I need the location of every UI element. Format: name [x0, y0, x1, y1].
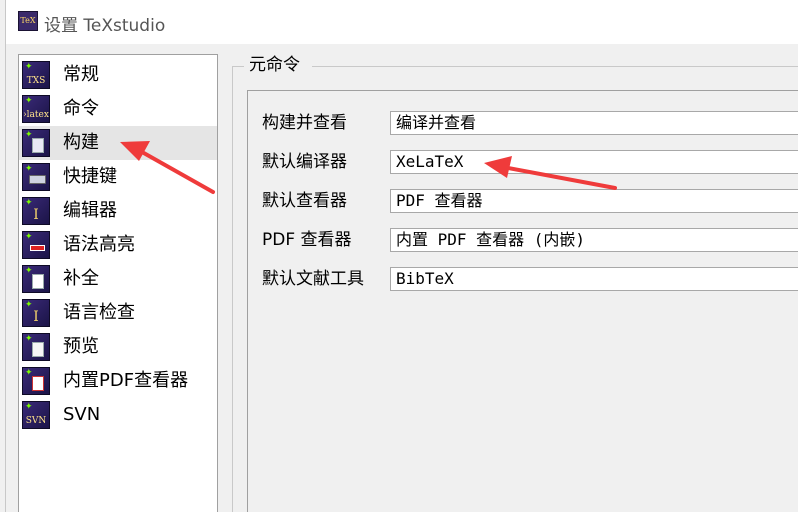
sidebar-item-completion[interactable]: ✦ 补全 [19, 262, 217, 296]
sidebar-item-syntax-highlighting[interactable]: ✦ 语法高亮 [19, 228, 217, 262]
sidebar-item-language-check[interactable]: ✦ I 语言检查 [19, 296, 217, 330]
sidebar-item-editor[interactable]: ✦ I 编辑器 [19, 194, 217, 228]
latex-icon: ✦ ›latex [22, 95, 50, 123]
sidebar-item-label: 快捷键 [63, 166, 117, 187]
sidebar-item-build[interactable]: ✦ 构建 [19, 126, 217, 160]
default-viewer-field[interactable]: PDF 查看器 [390, 189, 798, 213]
completion-icon: ✦ [22, 265, 50, 293]
sidebar-item-label: 语法高亮 [63, 234, 135, 255]
txs-icon: ✦ TXS [22, 61, 50, 89]
sidebar-item-general[interactable]: ✦ TXS 常规 [19, 58, 217, 92]
build-and-view-field[interactable]: 编译并查看 [390, 111, 798, 135]
sidebar-item-label: 常规 [63, 64, 99, 85]
sidebar-item-label: 构建 [63, 132, 99, 153]
meta-commands-table: 构建并查看 编译并查看 默认编译器 XeLaTeX 默认查看器 PDF 查看器 … [247, 90, 798, 512]
default-bibliography-tool-field[interactable]: BibTeX [390, 267, 798, 291]
language-check-icon: ✦ I [22, 299, 50, 327]
sidebar-item-label: 内置PDF查看器 [63, 370, 189, 391]
sidebar-item-label: 语言检查 [63, 302, 135, 323]
keyboard-icon: ✦ [22, 163, 50, 191]
editor-cursor-icon: ✦ I [22, 197, 50, 225]
sidebar-item-label: 预览 [63, 336, 99, 357]
sidebar-item-label: 补全 [63, 268, 99, 289]
pdf-viewer-icon: ✦ [22, 367, 50, 395]
preview-icon: ✦ [22, 333, 50, 361]
sidebar-item-label: 编辑器 [63, 200, 117, 221]
texstudio-logo-icon: TeX [18, 11, 38, 31]
row-label-default-compiler: 默认编译器 [262, 152, 347, 172]
sidebar-item-label: SVN [63, 404, 101, 425]
sidebar-item-shortcuts[interactable]: ✦ 快捷键 [19, 160, 217, 194]
row-label-default-viewer: 默认查看器 [262, 191, 347, 211]
svn-icon: ✦ SVN [22, 401, 50, 429]
pdf-viewer-field[interactable]: 内置 PDF 查看器 (内嵌) [390, 228, 798, 252]
sidebar-item-svn[interactable]: ✦ SVN SVN [19, 398, 217, 432]
row-label-build-and-view: 构建并查看 [262, 113, 347, 133]
syntax-highlight-icon: ✦ [22, 231, 50, 259]
sidebar-item-preview[interactable]: ✦ 预览 [19, 330, 217, 364]
window-title: 设置 TeXstudio [44, 16, 166, 36]
title-bar: TeX 设置 TeXstudio [6, 0, 798, 44]
sidebar-item-label: 命令 [63, 98, 99, 119]
settings-dialog: ✦ TXS 常规 ✦ ›latex 命令 ✦ 构建 ✦ 快捷键 ✦ I 编辑器 … [6, 44, 798, 512]
sidebar-item-pdf-viewer[interactable]: ✦ 内置PDF查看器 [19, 364, 217, 398]
build-settings-panel: 元命令 构建并查看 编译并查看 默认编译器 XeLaTeX 默认查看器 PDF … [232, 54, 798, 512]
sidebar-item-commands[interactable]: ✦ ›latex 命令 [19, 92, 217, 126]
group-title: 元命令 [246, 54, 303, 76]
build-doc-icon: ✦ [22, 129, 50, 157]
row-label-pdf-viewer: PDF 查看器 [262, 230, 352, 250]
default-compiler-field[interactable]: XeLaTeX [390, 150, 798, 174]
row-label-default-bibliography-tool: 默认文献工具 [262, 269, 364, 289]
settings-sidebar: ✦ TXS 常规 ✦ ›latex 命令 ✦ 构建 ✦ 快捷键 ✦ I 编辑器 … [18, 54, 218, 512]
